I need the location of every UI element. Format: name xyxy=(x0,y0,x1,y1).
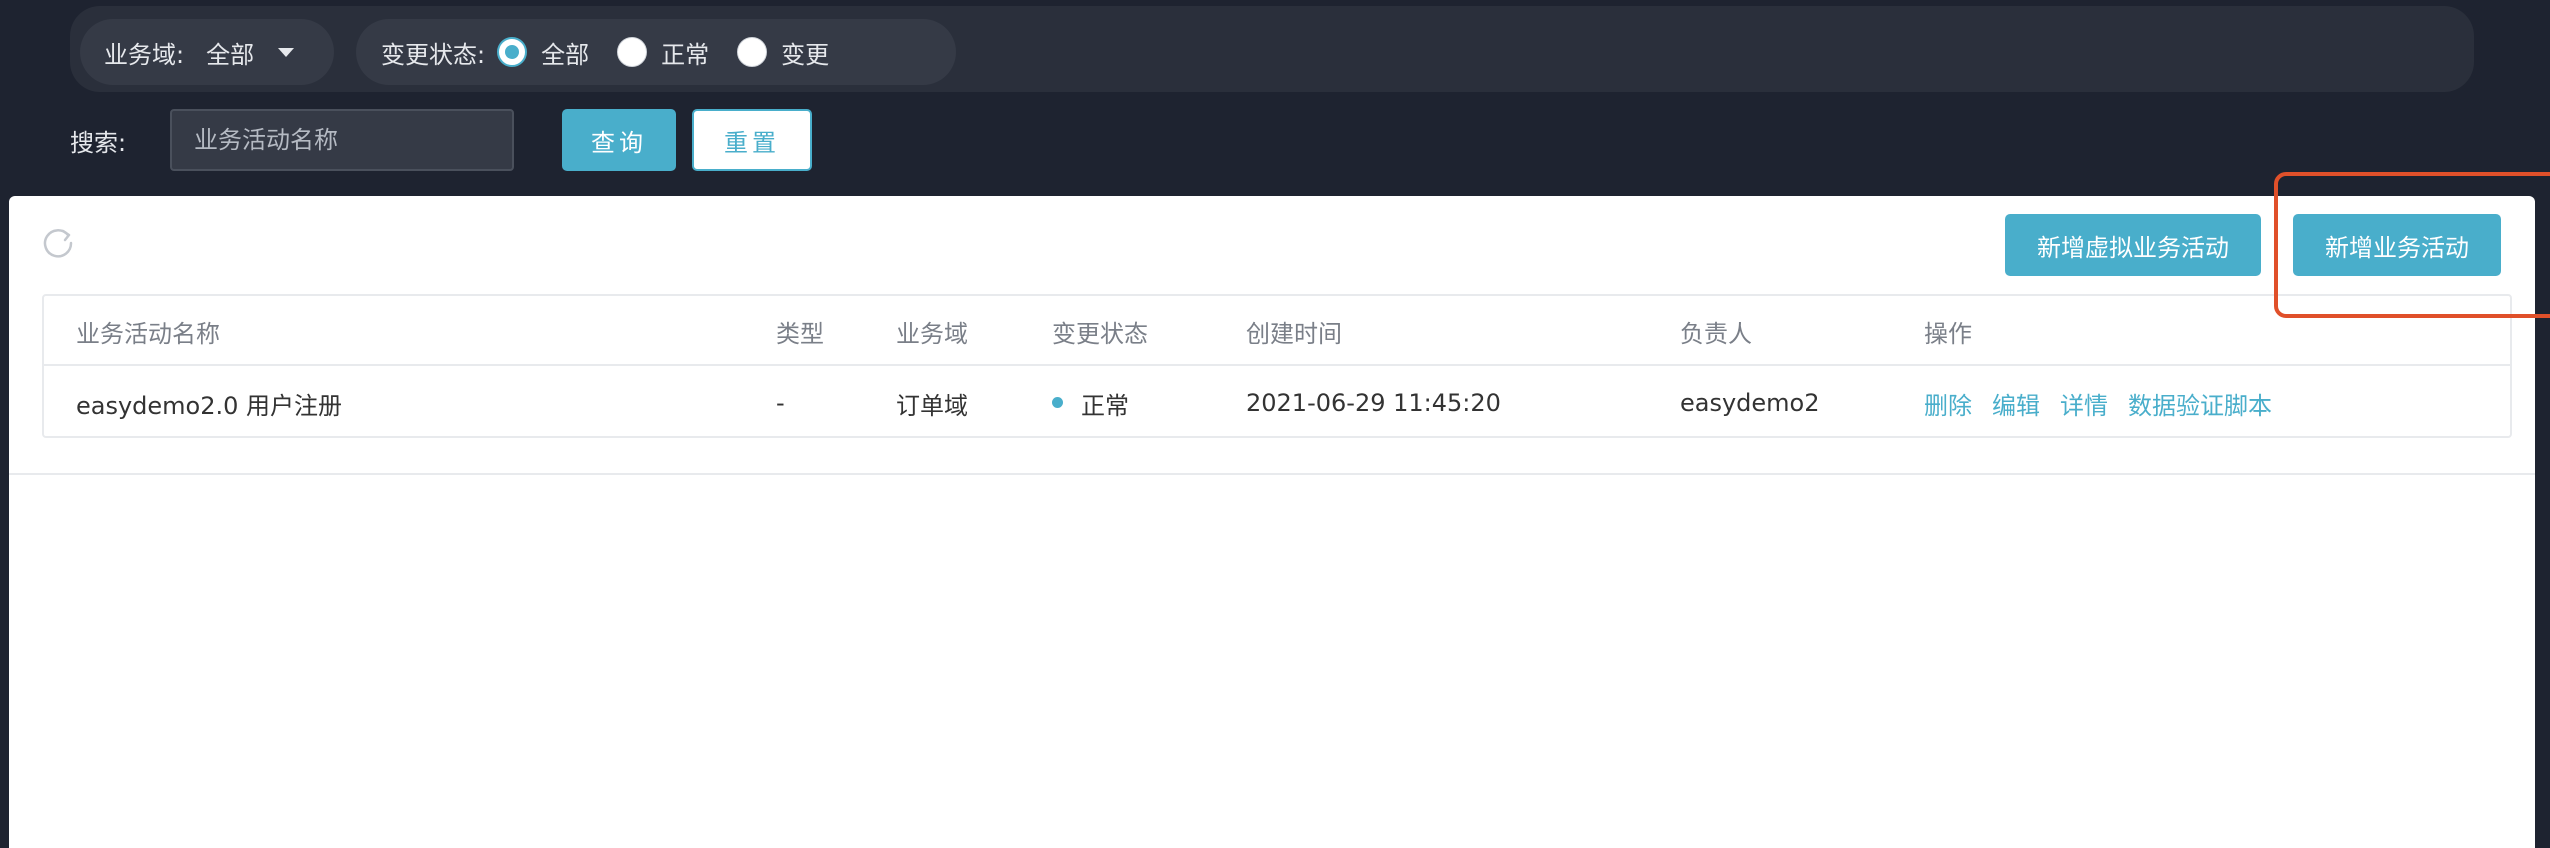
radio-label: 变更 xyxy=(781,40,830,69)
add-virtual-activity-button[interactable]: 新增虚拟业务活动 xyxy=(2005,214,2261,276)
column-header: 业务活动名称 xyxy=(76,319,220,348)
refresh-icon[interactable] xyxy=(41,226,75,260)
status-radio-all[interactable]: 全部 xyxy=(497,35,589,70)
reset-button[interactable]: 重置 xyxy=(692,109,812,171)
detail-link[interactable]: 详情 xyxy=(2060,386,2108,421)
domain-filter-label: 业务域: xyxy=(104,40,185,69)
activity-domain: 订单域 xyxy=(896,391,968,420)
search-label: 搜索: xyxy=(70,128,127,157)
status-badge: 正常 xyxy=(1052,368,1129,438)
activity-type: - xyxy=(776,389,785,417)
divider xyxy=(9,473,2535,475)
table-row: easydemo2.0 用户注册 - 订单域 正常 2021-06-29 11:… xyxy=(44,368,2510,438)
radio-unchecked-icon[interactable] xyxy=(617,37,648,67)
column-header: 类型 xyxy=(776,319,824,348)
table-header: 业务活动名称 类型 业务域 变更状态 创建时间 负责人 操作 xyxy=(44,296,2510,366)
owner: easydemo2 xyxy=(1680,389,1820,417)
column-header: 创建时间 xyxy=(1246,319,1342,348)
filter-bar: 业务域: 全部 变更状态: 全部 正常 变更 xyxy=(70,6,2474,92)
status-radio-changed[interactable]: 变更 xyxy=(737,35,829,70)
column-header: 负责人 xyxy=(1680,319,1752,348)
status-filter-label: 变更状态: xyxy=(381,40,486,69)
status-text: 正常 xyxy=(1081,391,1129,420)
domain-filter[interactable]: 业务域: 全部 xyxy=(80,19,334,85)
results-panel: 新增虚拟业务活动 新增业务活动 业务活动名称 类型 业务域 变更状态 创建时间 … xyxy=(9,196,2535,848)
edit-link[interactable]: 编辑 xyxy=(1992,386,2040,421)
delete-link[interactable]: 删除 xyxy=(1924,386,1972,421)
activity-table: 业务活动名称 类型 业务域 变更状态 创建时间 负责人 操作 easydemo2… xyxy=(42,294,2512,438)
validation-script-link[interactable]: 数据验证脚本 xyxy=(2128,386,2272,421)
column-header: 业务域 xyxy=(896,319,968,348)
search-row: 搜索: 查询 重置 xyxy=(70,108,812,172)
query-button[interactable]: 查询 xyxy=(562,109,676,171)
column-header: 操作 xyxy=(1924,319,1972,348)
radio-label: 正常 xyxy=(661,40,710,69)
radio-label: 全部 xyxy=(541,40,590,69)
activity-name: easydemo2.0 用户注册 xyxy=(76,391,343,420)
created-time: 2021-06-29 11:45:20 xyxy=(1246,389,1501,417)
row-actions: 删除 编辑 详情 数据验证脚本 xyxy=(1924,368,2292,438)
domain-filter-value[interactable]: 全部 xyxy=(206,35,254,70)
radio-checked-icon[interactable] xyxy=(497,37,528,67)
chevron-down-icon[interactable] xyxy=(278,47,295,57)
status-filter: 变更状态: 全部 正常 变更 xyxy=(356,19,956,85)
status-radio-normal[interactable]: 正常 xyxy=(617,35,709,70)
radio-unchecked-icon[interactable] xyxy=(737,37,768,67)
search-input[interactable] xyxy=(170,109,514,171)
status-dot-icon xyxy=(1052,396,1063,408)
column-header: 变更状态 xyxy=(1052,319,1148,348)
highlight-annotation xyxy=(2274,172,2550,318)
